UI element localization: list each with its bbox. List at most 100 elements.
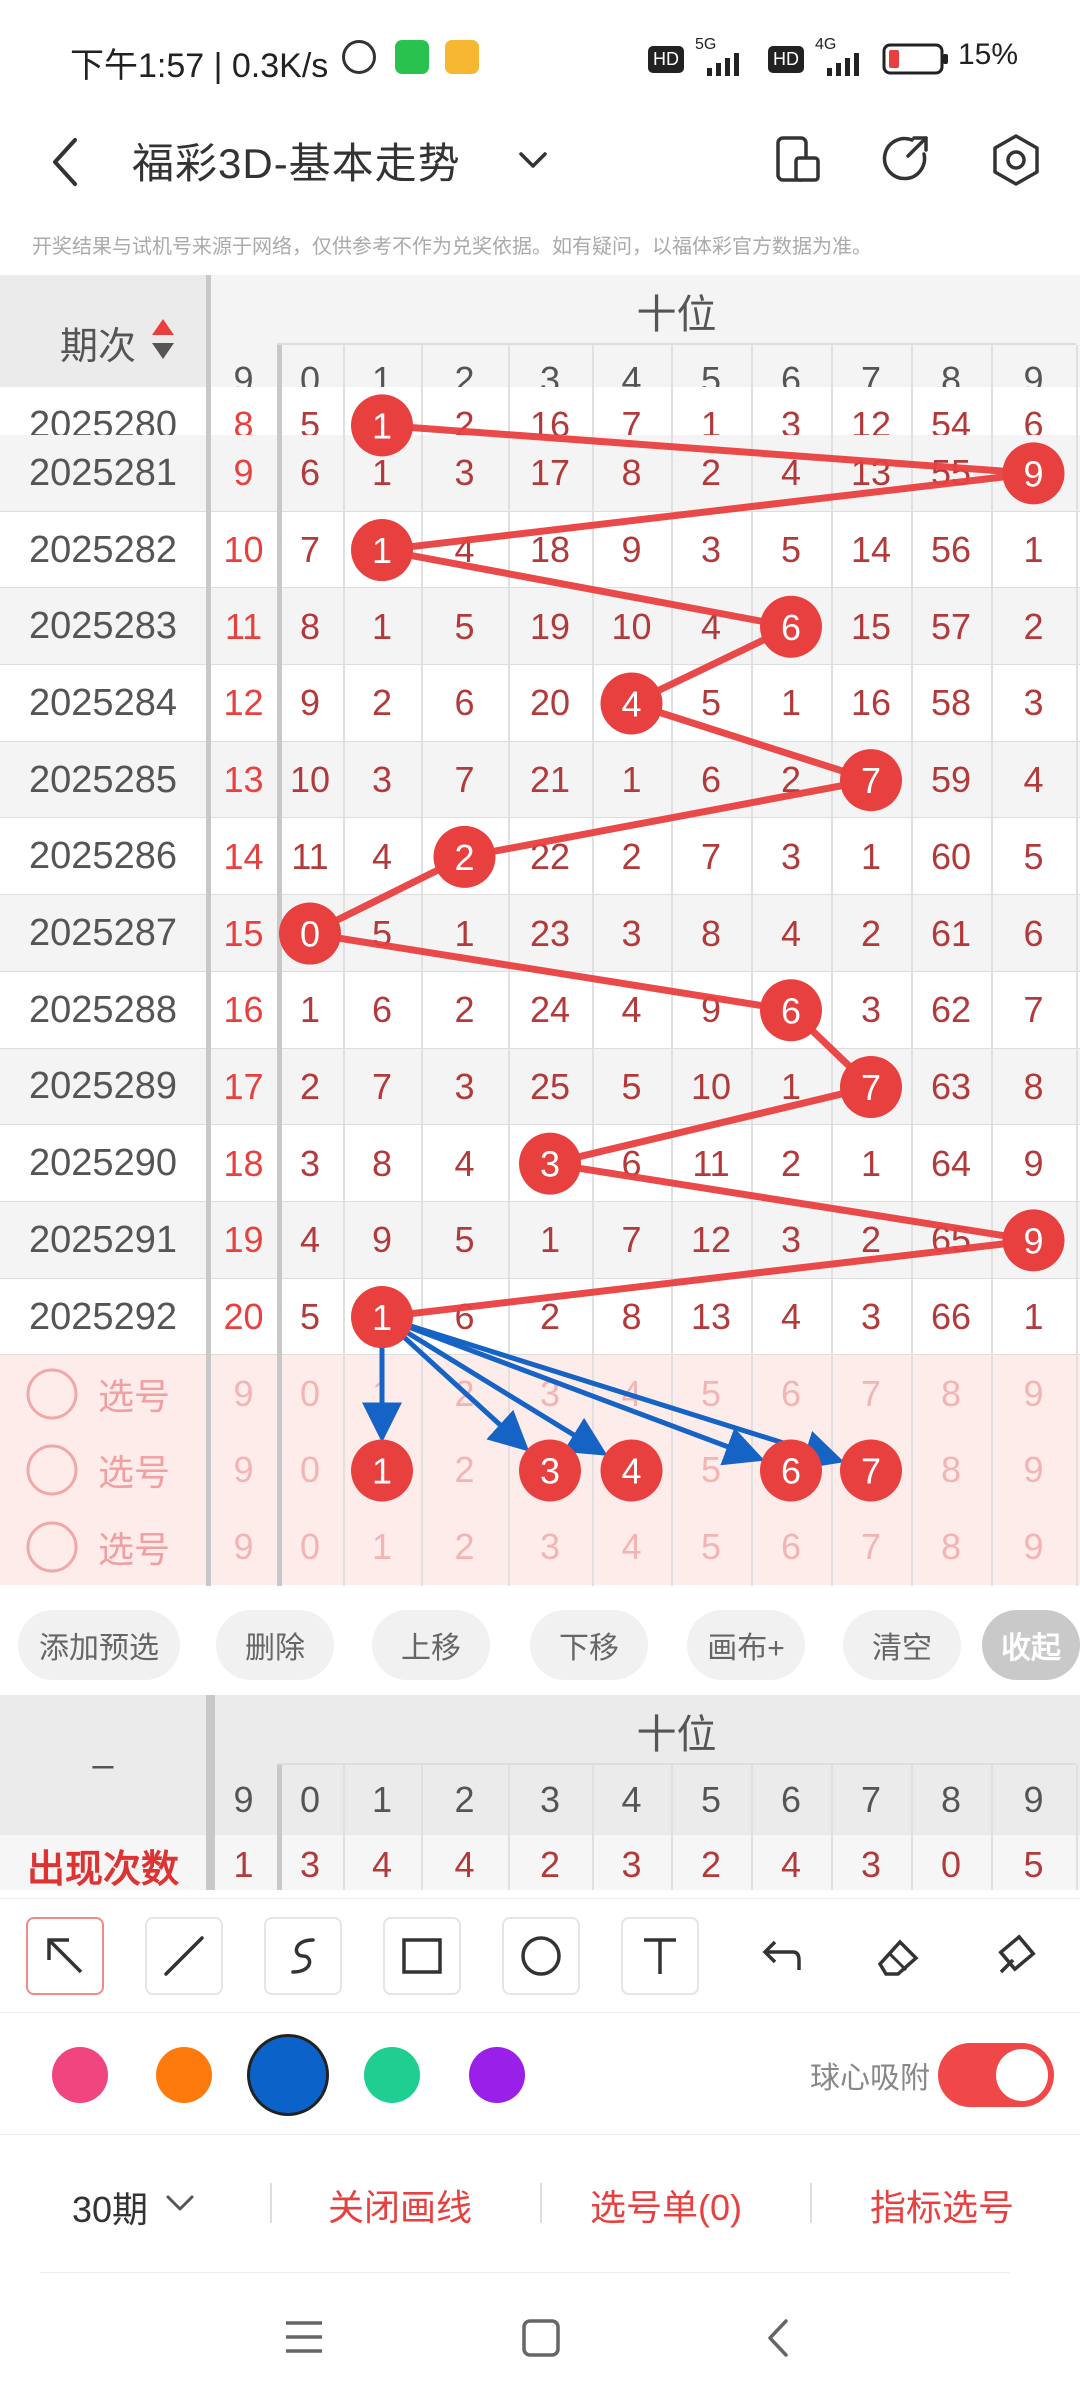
settings-icon[interactable]	[988, 132, 1044, 188]
select-number[interactable]: 0	[277, 1432, 343, 1509]
color-swatch[interactable]	[52, 2047, 108, 2103]
radio-circle-icon[interactable]	[24, 1519, 80, 1575]
tool-text[interactable]	[621, 1917, 699, 1995]
select-number[interactable]: 8	[911, 1432, 991, 1509]
stats-column-header: 9	[233, 1779, 254, 1820]
stats-column-header: 7	[860, 1779, 882, 1820]
select-number[interactable]: 9	[210, 1509, 277, 1586]
select-number[interactable]: 9	[210, 1355, 277, 1432]
period-cell: 2025284	[29, 681, 177, 724]
select-label[interactable]: 选号	[98, 1432, 170, 1509]
back-icon[interactable]	[45, 132, 85, 192]
radio-circle-icon[interactable]	[24, 1366, 80, 1422]
wechat-icon	[395, 40, 429, 74]
menu-icon[interactable]	[282, 2317, 326, 2357]
select-number[interactable]: 6	[751, 1355, 831, 1432]
grid-line	[1076, 1765, 1078, 1890]
status-time: 下午1:57 | 0.3K/s	[70, 47, 329, 85]
select-number[interactable]: 6	[751, 1509, 831, 1586]
tool-undo[interactable]	[740, 1917, 818, 1995]
stats-value: 3	[621, 1844, 642, 1885]
select-row: 选号 9 0 2 5 8 9	[0, 1432, 1080, 1509]
color-swatch[interactable]	[250, 2037, 326, 2113]
value-cell: 1	[621, 759, 642, 801]
table-row: 2025286 14 11 4 22 2 7 3 1 60 5	[0, 818, 1080, 896]
select-number[interactable]: 8	[911, 1355, 991, 1432]
status-bar: 下午1:57 | 0.3K/s HD 5G HD 4G 15%	[0, 0, 1080, 110]
page-title[interactable]: 福彩3D-基本走势	[132, 130, 461, 191]
home-icon[interactable]	[520, 2317, 562, 2359]
action-button-row: 添加预选 删除 上移 下移 画布+ 清空 收起	[0, 1600, 1080, 1690]
select-number[interactable]: 2	[421, 1355, 508, 1432]
back-nav-icon[interactable]	[760, 2315, 796, 2361]
select-number[interactable]: 1	[343, 1355, 421, 1432]
value-cell: 7	[621, 1219, 642, 1261]
select-number[interactable]: 3	[508, 1355, 592, 1432]
sort-icon[interactable]	[150, 317, 176, 363]
tool-select-arrow[interactable]	[26, 1917, 104, 1995]
value-cell: 5	[454, 1219, 475, 1261]
tool-rectangle[interactable]	[383, 1917, 461, 1995]
action-button[interactable]: 画布+	[687, 1610, 805, 1680]
radio-circle-icon[interactable]	[24, 1442, 80, 1498]
action-button[interactable]: 删除	[216, 1610, 334, 1680]
select-number[interactable]: 3	[508, 1509, 592, 1586]
grid-line	[991, 1765, 993, 1890]
value-cell: 6	[454, 1296, 475, 1338]
select-number[interactable]: 2	[421, 1432, 508, 1509]
action-button[interactable]: 清空	[843, 1610, 961, 1680]
tool-eraser[interactable]	[859, 1917, 937, 1995]
select-number[interactable]: 9	[210, 1432, 277, 1509]
selection-list-button[interactable]: 选号单(0)	[590, 2179, 742, 2231]
snap-label: 球心吸附	[810, 2062, 930, 2095]
chevron-down-icon[interactable]	[515, 142, 551, 178]
color-swatch[interactable]	[156, 2047, 212, 2103]
select-number[interactable]: 5	[671, 1509, 751, 1586]
select-number[interactable]: 2	[421, 1509, 508, 1586]
select-number[interactable]: 4	[592, 1355, 671, 1432]
stats-value: 2	[539, 1844, 561, 1885]
value-cell: 1	[780, 1065, 802, 1107]
table-row: 2025281 9 6 1 3 17 8 2 4 13 55	[0, 435, 1080, 512]
action-button[interactable]: 收起	[982, 1610, 1080, 1680]
select-number[interactable]: 5	[671, 1355, 751, 1432]
select-number[interactable]: 4	[592, 1509, 671, 1586]
select-label[interactable]: 选号	[98, 1355, 170, 1432]
select-number[interactable]: 9	[991, 1355, 1076, 1432]
eraser-icon	[877, 1939, 919, 1976]
select-number[interactable]: 7	[831, 1509, 911, 1586]
action-button[interactable]: 下移	[530, 1610, 648, 1680]
tool-curve[interactable]	[264, 1917, 342, 1995]
select-number[interactable]: 0	[277, 1355, 343, 1432]
grid-line	[1076, 345, 1078, 1586]
snap-toggle[interactable]	[938, 2043, 1054, 2107]
action-button[interactable]: 添加预选	[18, 1610, 180, 1680]
color-swatch[interactable]	[364, 2047, 420, 2103]
divider	[270, 2183, 272, 2223]
share-icon[interactable]	[880, 132, 936, 188]
action-button[interactable]: 上移	[372, 1610, 490, 1680]
select-label[interactable]: 选号	[98, 1509, 170, 1586]
select-number[interactable]: 8	[911, 1509, 991, 1586]
color-palette: 球心吸附	[0, 2015, 1080, 2135]
curve-icon	[291, 1938, 315, 1974]
rectangle-icon	[402, 1938, 442, 1974]
hd-icon: HD	[648, 46, 684, 73]
grid-line	[991, 345, 993, 1586]
select-number[interactable]: 9	[991, 1509, 1076, 1586]
chevron-down-icon[interactable]	[162, 2189, 198, 2219]
tool-line[interactable]	[145, 1917, 223, 1995]
select-number[interactable]: 1	[343, 1509, 421, 1586]
select-number[interactable]: 0	[277, 1509, 343, 1586]
tool-clear-brush[interactable]	[978, 1917, 1056, 1995]
select-number[interactable]: 7	[831, 1355, 911, 1432]
value-cell: 1	[860, 835, 882, 877]
color-swatch[interactable]	[469, 2047, 525, 2103]
close-lines-button[interactable]: 关闭画线	[328, 2179, 472, 2231]
period-select[interactable]: 30期	[72, 2181, 148, 2233]
tool-circle[interactable]	[502, 1917, 580, 1995]
device-switch-icon[interactable]	[772, 132, 824, 188]
select-number[interactable]: 5	[671, 1432, 751, 1509]
select-number[interactable]: 9	[991, 1432, 1076, 1509]
indicator-select-button[interactable]: 指标选号	[870, 2179, 1014, 2231]
